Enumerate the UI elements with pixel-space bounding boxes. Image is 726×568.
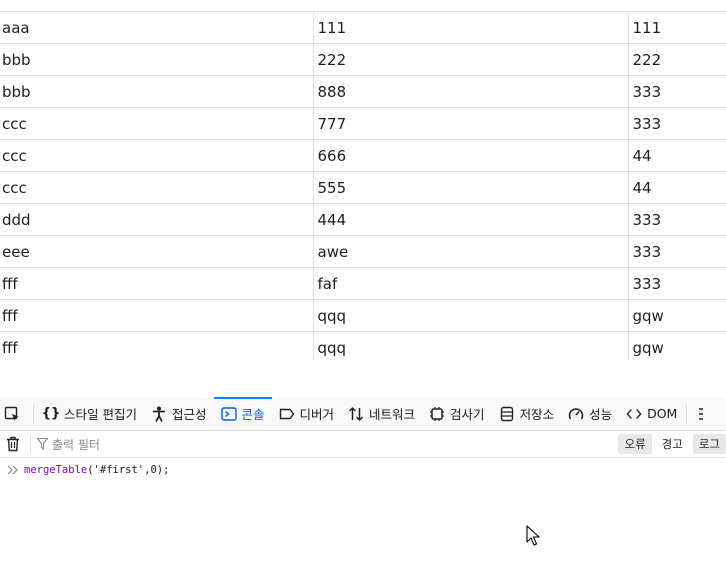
toolbar-separator xyxy=(686,403,688,424)
table-cell: 777 xyxy=(313,107,629,140)
table-cell: 222 xyxy=(313,43,629,76)
filter-errors-button[interactable]: 오류 xyxy=(618,434,652,454)
table-cell: fff xyxy=(0,267,314,300)
table-row: ddd 444 333 xyxy=(0,203,726,236)
tab-label: 검사기 xyxy=(450,407,485,422)
table-cell: ddd xyxy=(0,203,314,236)
table-cell: 333 xyxy=(628,235,726,268)
table-cell: faf xyxy=(313,267,629,300)
debugger-icon xyxy=(279,406,295,422)
table-cell: qqq xyxy=(313,299,629,332)
overflow-icon xyxy=(693,406,709,422)
table-cell: fff xyxy=(0,299,314,332)
log-level-filters: 오류 경고 로그 xyxy=(614,431,726,457)
dom-icon xyxy=(626,406,642,422)
table-cell: 111 xyxy=(628,12,726,44)
tab-accessibility[interactable]: 접근성 xyxy=(144,397,214,430)
table-cell: 333 xyxy=(628,75,726,108)
console-input-row[interactable]: mergeTable('#first',0); xyxy=(0,458,726,482)
accessibility-icon xyxy=(151,406,167,422)
table-cell: 555 xyxy=(313,171,629,204)
devtools-toolbar: {} 스타일 편집기 접근성 콘솔 디버거 네트워크 검사기 저장소 성능 DO… xyxy=(0,397,726,431)
inspector-icon xyxy=(429,406,445,422)
tab-console[interactable]: 콘솔 xyxy=(213,397,272,430)
tab-network[interactable]: 네트워크 xyxy=(341,397,422,430)
tab-dom[interactable]: DOM xyxy=(619,397,684,430)
table-cell: 333 xyxy=(628,267,726,300)
table-cell: gqw xyxy=(628,299,726,332)
table-row: fff qqq gqw xyxy=(0,299,726,332)
table-cell: ccc xyxy=(0,171,314,204)
table-cell: ccc xyxy=(0,139,314,172)
table-cell: bbb xyxy=(0,75,314,108)
table-cell: gqw xyxy=(628,331,726,360)
performance-icon xyxy=(568,406,584,422)
code-close: ); xyxy=(156,464,170,476)
table-cell: 444 xyxy=(313,203,629,236)
element-picker-icon xyxy=(4,406,20,422)
toolbar-separator xyxy=(33,403,34,424)
table-cell: 44 xyxy=(628,171,726,204)
tab-label: 네트워크 xyxy=(369,407,416,422)
console-icon xyxy=(220,406,237,422)
table-cell: 333 xyxy=(628,203,726,236)
more-tools-button[interactable] xyxy=(689,397,718,430)
table-cell: ccc xyxy=(0,107,314,140)
table-cell: 888 xyxy=(313,75,629,108)
tab-style-editor[interactable]: {} 스타일 편집기 xyxy=(36,397,144,430)
table-cell: awe xyxy=(313,235,629,268)
tab-label: DOM xyxy=(647,406,678,421)
tab-debugger[interactable]: 디버거 xyxy=(272,397,342,430)
table-row: bbb 888 333 xyxy=(0,75,726,108)
table-row: ccc 777 333 xyxy=(0,107,726,140)
filter-icon xyxy=(37,438,48,450)
network-icon xyxy=(348,406,364,422)
element-picker-button[interactable] xyxy=(0,397,31,430)
tab-label: 접근성 xyxy=(171,407,207,422)
code-string-arg: '#first' xyxy=(93,464,145,476)
tab-label: 디버거 xyxy=(299,407,335,422)
filter-warnings-button[interactable]: 경고 xyxy=(656,434,689,454)
table-cell: 666 xyxy=(313,139,629,172)
tab-storage[interactable]: 저장소 xyxy=(492,397,562,430)
console-filter-bar: 출력 필터 오류 경고 로그 xyxy=(0,431,726,458)
table-row: fff faf 333 xyxy=(0,267,726,300)
trash-icon xyxy=(6,436,20,452)
data-table: aaa 111 111 bbb 222 222 bbb 888 333 ccc 777 333 ccc 6… xyxy=(0,12,726,360)
table-cell: 222 xyxy=(628,43,726,76)
filter-placeholder: 출력 필터 xyxy=(52,437,100,452)
table-cell: bbb xyxy=(0,43,314,76)
table-cell: fff xyxy=(0,331,314,360)
table-cell: eee xyxy=(0,235,314,268)
table-cell: 111 xyxy=(313,12,629,44)
table-row: ccc 666 44 xyxy=(0,139,726,172)
clear-console-button[interactable] xyxy=(0,431,26,457)
table-row: bbb 222 222 xyxy=(0,43,726,76)
table-area: aaa 111 111 bbb 222 222 bbb 888 333 ccc 777 333 ccc 6… xyxy=(0,0,726,360)
tab-label: 스타일 편집기 xyxy=(64,407,137,422)
table-row: aaa 111 111 xyxy=(0,12,726,44)
tab-label: 저장소 xyxy=(519,407,555,422)
table-cell: qqq xyxy=(313,331,629,360)
table-row: eee awe 333 xyxy=(0,235,726,268)
filter-output-input[interactable]: 출력 필터 xyxy=(37,436,614,453)
table-row: fff qqq gqw xyxy=(0,331,726,360)
table-cell: aaa xyxy=(0,12,314,44)
table-row: ccc 555 44 xyxy=(0,171,726,204)
mouse-cursor-icon xyxy=(526,525,540,551)
tab-performance[interactable]: 성능 xyxy=(561,397,619,430)
devtools-panel: {} 스타일 편집기 접근성 콘솔 디버거 네트워크 검사기 저장소 성능 DO… xyxy=(0,397,726,568)
braces-icon: {} xyxy=(41,406,61,421)
tab-label: 성능 xyxy=(589,407,613,422)
tab-inspector[interactable]: 검사기 xyxy=(422,397,492,430)
table-cell: 333 xyxy=(628,107,726,140)
prompt-chevron-icon xyxy=(2,465,24,475)
storage-icon xyxy=(499,406,515,422)
filter-separator xyxy=(30,435,31,453)
console-input-code[interactable]: mergeTable('#first',0); xyxy=(24,464,169,476)
filter-logs-button[interactable]: 로그 xyxy=(692,434,726,454)
table-cell: 44 xyxy=(628,139,726,172)
tab-label: 콘솔 xyxy=(241,407,265,422)
code-function-name: mergeTable xyxy=(24,464,88,476)
